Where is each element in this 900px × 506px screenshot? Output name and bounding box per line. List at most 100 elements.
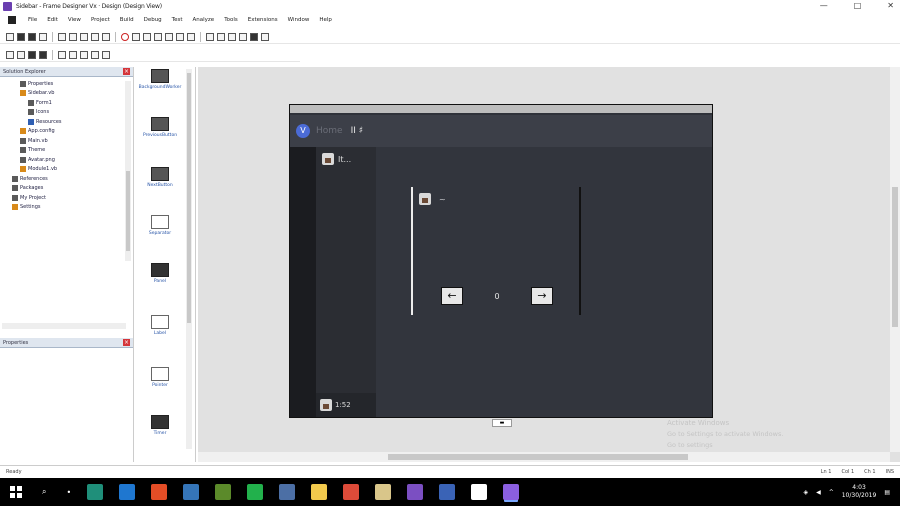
- palette-item[interactable]: Pointer: [136, 367, 184, 388]
- tree-item[interactable]: Sidebar.vb: [4, 89, 133, 99]
- visual-studio-icon[interactable]: [407, 484, 424, 500]
- scroll-thumb[interactable]: [187, 73, 191, 323]
- menu-extensions[interactable]: Extensions: [248, 17, 278, 23]
- size-width-icon[interactable]: [58, 50, 66, 59]
- menu-help[interactable]: Help: [319, 17, 332, 23]
- palette-item[interactable]: Panel: [136, 263, 184, 284]
- save-all-icon[interactable]: [39, 32, 47, 41]
- chrome-icon[interactable]: [343, 484, 360, 500]
- step-into-icon[interactable]: [143, 32, 151, 41]
- undo-icon[interactable]: [91, 32, 99, 41]
- tree-item[interactable]: Settings: [4, 203, 133, 213]
- white-app-icon[interactable]: [471, 484, 488, 500]
- clock[interactable]: 4:03 10/30/2019: [842, 484, 877, 500]
- sidebar-item-user[interactable]: It...: [322, 153, 351, 165]
- volume-icon[interactable]: ◀: [816, 489, 821, 496]
- mail-app-icon[interactable]: [183, 484, 200, 500]
- menu-edit[interactable]: Edit: [47, 17, 58, 23]
- paste-icon[interactable]: [80, 32, 88, 41]
- save-icon[interactable]: [28, 32, 36, 41]
- tree-item[interactable]: Packages: [4, 184, 133, 194]
- previous-button[interactable]: ←: [441, 287, 463, 305]
- align-center-icon[interactable]: [217, 32, 225, 41]
- close-button[interactable]: ✕: [887, 1, 894, 10]
- tree-item[interactable]: App.config: [4, 127, 133, 137]
- menu-file[interactable]: File: [28, 17, 37, 23]
- center-icon[interactable]: [91, 50, 99, 59]
- calculator-app-icon[interactable]: [87, 484, 104, 500]
- menu-window[interactable]: Window: [288, 17, 310, 23]
- stop-icon[interactable]: [121, 32, 129, 41]
- format-icon[interactable]: [28, 50, 36, 59]
- palette-scrollbar[interactable]: [186, 69, 192, 449]
- palette-item[interactable]: Timer: [136, 415, 184, 436]
- start-icon[interactable]: [132, 32, 140, 41]
- menu-view[interactable]: View: [68, 17, 81, 23]
- cut-icon[interactable]: [58, 32, 66, 41]
- edge-browser-icon[interactable]: [119, 484, 136, 500]
- tree-item[interactable]: Properties: [4, 79, 133, 89]
- breakpoint-icon[interactable]: [176, 32, 184, 41]
- align-top-icon[interactable]: [239, 32, 247, 41]
- palette-item[interactable]: Label: [136, 315, 184, 336]
- designer-app-icon[interactable]: [503, 484, 520, 500]
- chevron-up-icon[interactable]: ^: [829, 489, 834, 496]
- menu-analyze[interactable]: Analyze: [193, 17, 215, 23]
- align-left-icon[interactable]: [206, 32, 214, 41]
- redo-icon[interactable]: [102, 32, 110, 41]
- tree-item[interactable]: Avatar.png: [4, 155, 133, 165]
- file-explorer-icon[interactable]: [311, 484, 328, 500]
- menu-build[interactable]: Build: [120, 17, 134, 23]
- menu-debug[interactable]: Debug: [144, 17, 162, 23]
- tab-order-icon[interactable]: [102, 50, 110, 59]
- scroll-thumb[interactable]: [126, 171, 130, 251]
- copy-icon[interactable]: [69, 32, 77, 41]
- tree-item[interactable]: Resources: [4, 117, 133, 127]
- menu-tools[interactable]: Tools: [224, 17, 238, 23]
- scroll-thumb[interactable]: [892, 187, 898, 327]
- tree-item[interactable]: My Project: [4, 193, 133, 203]
- align-right-icon[interactable]: [228, 32, 236, 41]
- canvas-vertical-scrollbar[interactable]: [890, 67, 900, 452]
- maximize-button[interactable]: □: [854, 1, 862, 10]
- new-file-icon[interactable]: [6, 32, 14, 41]
- tree-item[interactable]: Icons: [4, 108, 133, 118]
- network-icon[interactable]: ◈: [803, 489, 808, 496]
- size-height-icon[interactable]: [69, 50, 77, 59]
- tree-vertical-scrollbar[interactable]: [125, 81, 131, 261]
- minimize-button[interactable]: —: [820, 1, 828, 10]
- windows-start-icon[interactable]: [10, 486, 22, 498]
- bring-to-front-icon[interactable]: [250, 32, 258, 41]
- minecraft-icon[interactable]: [215, 484, 232, 500]
- menu-project[interactable]: Project: [91, 17, 110, 23]
- close-icon[interactable]: ×: [123, 68, 130, 75]
- task-view-icon[interactable]: •: [66, 488, 71, 497]
- tree-horizontal-scrollbar[interactable]: [2, 323, 126, 329]
- search-icon[interactable]: ⌕: [42, 487, 46, 497]
- word-app-icon[interactable]: [439, 484, 456, 500]
- tree-item[interactable]: Form1: [4, 98, 133, 108]
- find-icon[interactable]: [187, 32, 195, 41]
- tree-item[interactable]: Main.vb: [4, 136, 133, 146]
- close-icon[interactable]: ×: [123, 339, 130, 346]
- snap-icon[interactable]: [17, 50, 25, 59]
- scroll-thumb[interactable]: [388, 454, 688, 460]
- open-file-icon[interactable]: [17, 32, 25, 41]
- tree-item[interactable]: References: [4, 174, 133, 184]
- menu-test[interactable]: Test: [172, 17, 183, 23]
- next-button[interactable]: →: [531, 287, 553, 305]
- palette-item[interactable]: NextButton: [136, 167, 184, 188]
- send-to-back-icon[interactable]: [261, 32, 269, 41]
- lock-icon[interactable]: [39, 50, 47, 59]
- canvas-horizontal-scrollbar[interactable]: [198, 452, 890, 462]
- firefox-icon[interactable]: [151, 484, 168, 500]
- palette-item[interactable]: PreviousButton: [136, 117, 184, 138]
- notifications-icon[interactable]: ▤: [884, 489, 890, 496]
- palette-item[interactable]: Separator: [136, 215, 184, 236]
- settings-app-icon[interactable]: [279, 484, 296, 500]
- grid-icon[interactable]: [6, 50, 14, 59]
- tree-item[interactable]: Module1.vb: [4, 165, 133, 175]
- tree-item[interactable]: Theme: [4, 146, 133, 156]
- designed-form[interactable]: V Home II ♯ It... 1:52 ~ ← 0 →: [289, 104, 713, 418]
- palette-item[interactable]: BackgroundWorker: [136, 69, 184, 90]
